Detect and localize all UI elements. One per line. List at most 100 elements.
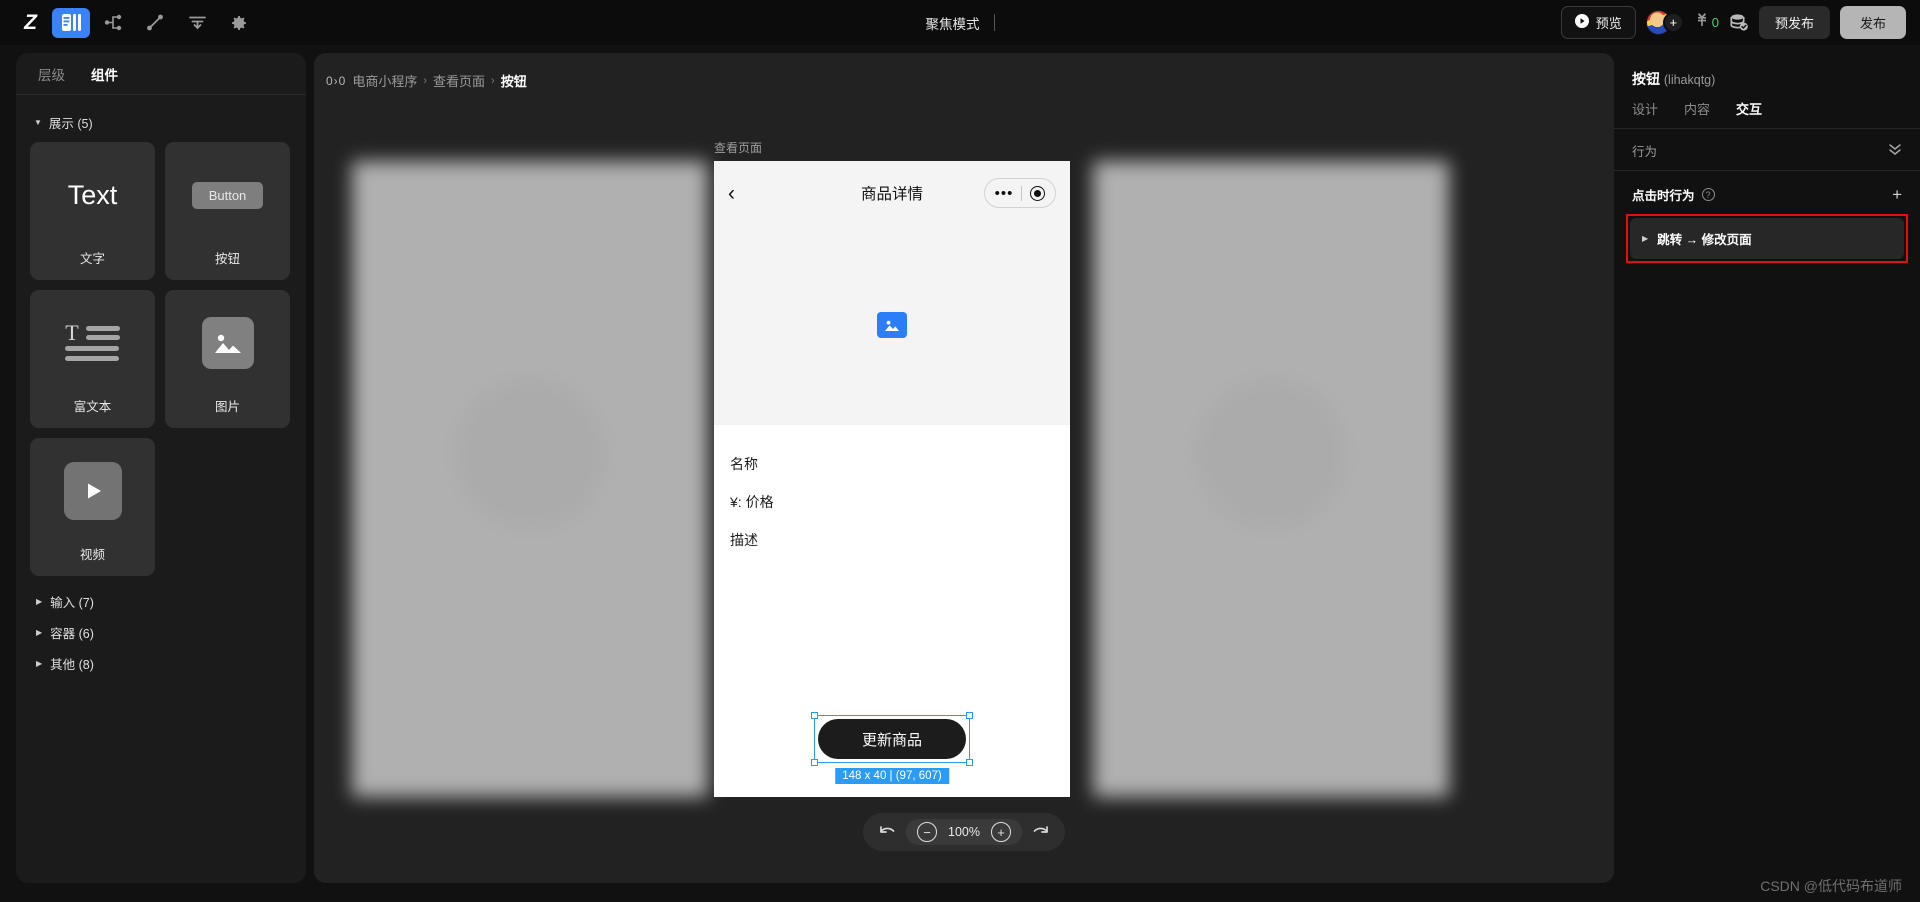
plugin-icon[interactable] [136, 8, 174, 38]
more-dots-icon[interactable]: ••• [987, 186, 1022, 201]
chevron-right-icon: ▶ [36, 597, 43, 606]
zoom-toolbar: − 100% + [863, 813, 1065, 851]
zoom-control-group: − 100% + [906, 819, 1022, 845]
prerelease-button[interactable]: 预发布 [1758, 6, 1830, 39]
section-other-header[interactable]: ▶ 其他 (8) [34, 648, 288, 679]
play-circle-icon [1574, 14, 1589, 31]
target-circle-icon[interactable] [1030, 185, 1046, 201]
section-display-header[interactable]: ▼ 展示 (5) [28, 105, 294, 140]
behavior-section-label: 行为 [1632, 145, 1658, 159]
behavior-item[interactable]: ▶ 跳转 → 修改页面 [1630, 218, 1904, 259]
credits-indicator[interactable]: 0 [1694, 12, 1719, 34]
button-glyph: Button [191, 181, 264, 209]
section-display-label: 展示 (5) [48, 117, 93, 131]
text-preview-icon: Text [30, 142, 155, 248]
chevron-right-icon[interactable]: ▶ [1642, 234, 1648, 243]
adjacent-page-preview-right[interactable] [1093, 161, 1449, 797]
resize-handle-bottom-right[interactable] [966, 759, 973, 766]
tab-interaction[interactable]: 交互 [1736, 99, 1762, 118]
preview-button-label: 预览 [1595, 16, 1622, 31]
right-panel-tabs: 设计 内容 交互 [1614, 99, 1920, 129]
phone-preview-frame[interactable]: ‹ 商品详情 ••• 名称 ¥: 价格 描述 更新商品 148 x 40 | (… [714, 161, 1070, 797]
selected-component-name: 按钮 [1632, 71, 1660, 87]
focus-mode-label[interactable]: 聚焦模式 [926, 13, 980, 33]
breadcrumb-item-page[interactable]: 查看页面 [433, 71, 485, 90]
redo-icon[interactable] [1032, 825, 1049, 839]
component-card-rich-text[interactable]: T 富文本 [30, 290, 155, 428]
sitemap-icon[interactable] [94, 8, 132, 38]
publish-button[interactable]: 发布 [1839, 6, 1906, 39]
tab-hierarchy[interactable]: 层级 [38, 64, 65, 84]
left-panel: 层级 组件 ▼ 展示 (5) Text 文字 Button 按钮 T 富文本 图… [16, 53, 306, 883]
zoom-in-button[interactable]: + [991, 822, 1011, 842]
phone-header: ‹ 商品详情 ••• [714, 161, 1070, 225]
selection-box: 更新商品 148 x 40 | (97, 607) [811, 712, 973, 784]
breadcrumb-item-current[interactable]: 按钮 [501, 71, 527, 90]
collaborators-group: + [1645, 10, 1684, 35]
adjacent-page-preview-left[interactable] [352, 161, 708, 797]
left-panel-body: ▼ 展示 (5) Text 文字 Button 按钮 T 富文本 图片 视频 ▶… [16, 95, 306, 693]
product-info-body: 名称 ¥: 价格 描述 [714, 425, 1070, 559]
database-check-icon[interactable] [1729, 13, 1749, 32]
section-container-label: 容器 (6) [50, 627, 94, 641]
product-name-row[interactable]: 名称 [730, 445, 1054, 483]
button-preview-icon: Button [165, 142, 290, 248]
text-glyph: Text [67, 179, 118, 210]
preview-button[interactable]: 预览 [1560, 6, 1636, 39]
on-click-behavior-label: 点击时行为 [1632, 189, 1695, 203]
help-icon[interactable]: ? [1701, 188, 1715, 201]
selected-component-title: 按钮 (lihakqtg) [1614, 53, 1920, 99]
component-label-button: 按钮 [214, 252, 240, 266]
top-bar: Z 聚焦模式 预览 + 0 预发布 发布 [0, 0, 1920, 45]
chevron-right-icon: ▶ [36, 659, 43, 668]
on-click-behavior-row: 点击时行为 ? + [1614, 171, 1920, 212]
section-container-header[interactable]: ▶ 容器 (6) [34, 617, 288, 648]
component-card-text[interactable]: Text 文字 [30, 142, 155, 280]
top-bar-left-tools: Z [0, 7, 258, 39]
section-input-header[interactable]: ▶ 输入 (7) [34, 586, 288, 617]
component-card-button[interactable]: Button 按钮 [165, 142, 290, 280]
app-root: Z 聚焦模式 预览 + 0 预发布 发布 层级 组件 ▼ 展示 (5) Text… [0, 0, 1920, 902]
undo-icon[interactable] [879, 825, 896, 839]
resize-handle-top-left[interactable] [811, 712, 818, 719]
focus-mode-divider [993, 14, 995, 31]
breadcrumb-item-app[interactable]: 电商小程序 [352, 71, 417, 90]
resize-handle-top-right[interactable] [966, 712, 973, 719]
product-price-row[interactable]: ¥: 价格 [730, 483, 1054, 521]
chevron-down-icon: ▼ [34, 118, 42, 127]
add-collaborator-button[interactable]: + [1662, 12, 1684, 33]
align-icon[interactable] [178, 8, 216, 38]
app-logo[interactable]: Z [12, 7, 48, 39]
collapsed-sections: ▶ 输入 (7) ▶ 容器 (6) ▶ 其他 (8) [28, 582, 294, 683]
zoom-out-button[interactable]: − [917, 822, 937, 842]
collapse-section-icon[interactable] [1888, 143, 1902, 159]
image-placeholder-icon [877, 312, 907, 338]
behavior-highlight-box: ▶ 跳转 → 修改页面 [1626, 214, 1908, 263]
tab-design[interactable]: 设计 [1632, 99, 1658, 118]
rich-text-icon: T [30, 290, 155, 396]
right-panel: 按钮 (lihakqtg) 设计 内容 交互 行为 点击时行为 ? + ▶ 跳转… [1614, 53, 1920, 883]
add-behavior-button[interactable]: + [1892, 186, 1902, 203]
component-card-video[interactable]: 视频 [30, 438, 155, 576]
credits-count: 0 [1711, 15, 1719, 30]
video-play-icon [30, 438, 155, 544]
product-image-placeholder[interactable] [714, 225, 1070, 425]
chevron-right-icon: ▶ [36, 628, 43, 637]
gear-icon[interactable] [220, 8, 258, 38]
selected-component-id: (lihakqtg) [1663, 73, 1716, 87]
component-card-image[interactable]: 图片 [165, 290, 290, 428]
panel-layout-icon[interactable] [52, 7, 90, 38]
component-card-grid: Text 文字 Button 按钮 T 富文本 图片 视频 [28, 140, 294, 582]
tab-components[interactable]: 组件 [91, 64, 118, 84]
resize-handle-bottom-left[interactable] [811, 759, 818, 766]
behavior-section-header: 行为 [1614, 129, 1920, 171]
wechat-capsule[interactable]: ••• [984, 178, 1056, 208]
selection-size-badge: 148 x 40 | (97, 607) [835, 768, 949, 784]
section-input-label: 输入 (7) [50, 596, 94, 610]
product-description-row[interactable]: 描述 [730, 521, 1054, 559]
zoom-percent[interactable]: 100% [947, 825, 981, 839]
image-icon [165, 290, 290, 396]
tab-content[interactable]: 内容 [1684, 99, 1710, 118]
selection-outline [814, 715, 970, 763]
canvas-stage[interactable]: 查看页面 ‹ 商品详情 ••• 名称 ¥: 价格 描述 更新商品 148 x 4… [314, 113, 1614, 883]
